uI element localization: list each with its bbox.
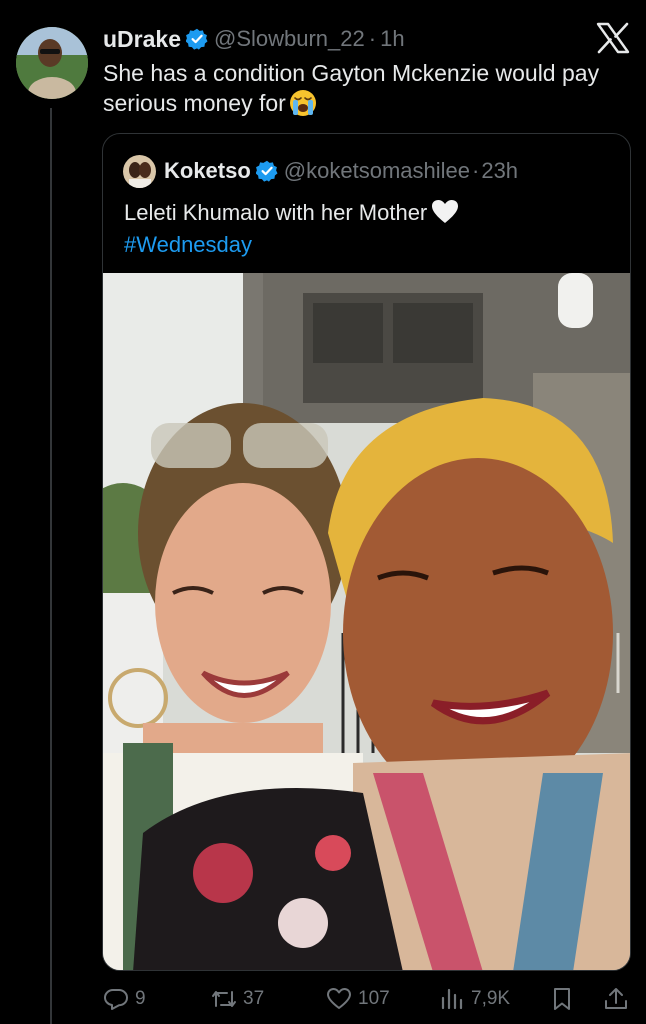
loudly-crying-face-icon <box>289 89 317 117</box>
reply-count: 9 <box>135 988 146 1009</box>
white-heart-icon <box>431 199 459 225</box>
bookmark-button[interactable] <box>549 983 581 1015</box>
share-icon <box>605 988 627 1009</box>
tweet-header: uDrake @Slowburn_22 · 1h <box>103 24 405 54</box>
tweet-text: She has a condition Gayton Mckenzie woul… <box>103 58 623 118</box>
retweet-count: 37 <box>243 988 265 1009</box>
quoted-tweet-time[interactable]: 23h <box>481 158 518 184</box>
quoted-tweet-header: Koketso @koketsomashilee · 23h <box>123 154 518 188</box>
retweet-icon <box>212 991 236 1007</box>
like-count: 107 <box>358 988 390 1009</box>
author-avatar[interactable] <box>16 27 88 99</box>
quoted-tweet-card[interactable]: Koketso @koketsomashilee · 23h Leleti Kh… <box>102 133 631 971</box>
share-button[interactable] <box>603 983 635 1015</box>
heart-icon <box>327 988 351 1009</box>
quoted-separator-dot: · <box>472 158 480 183</box>
tweet-photo[interactable] <box>103 273 630 970</box>
quoted-author-avatar[interactable] <box>123 154 156 188</box>
hashtag-link[interactable]: #Wednesday <box>124 232 252 257</box>
quoted-tweet-text-body: Leleti Khumalo with her Mother <box>124 200 428 225</box>
quoted-verified-badge-icon <box>255 160 278 182</box>
views-button[interactable]: 7,9K <box>439 983 510 1015</box>
quoted-author-handle[interactable]: @koketsomashilee <box>284 158 470 184</box>
like-button[interactable]: 107 <box>326 983 390 1015</box>
separator-dot: · <box>368 26 377 51</box>
quoted-tweet-text: Leleti Khumalo with her Mother #Wednesda… <box>124 197 614 261</box>
author-name[interactable]: uDrake <box>103 26 181 53</box>
retweet-button[interactable]: 37 <box>211 983 264 1015</box>
reply-icon <box>104 989 128 1010</box>
tweet-time[interactable]: 1h <box>380 26 404 52</box>
tweet-action-bar: 9 37 107 7,9K <box>103 983 631 1015</box>
views-count: 7,9K <box>471 988 511 1009</box>
bookmark-icon <box>554 988 570 1010</box>
verified-badge-icon <box>185 28 208 50</box>
tweet-text-body: She has a condition Gayton Mckenzie woul… <box>103 60 600 116</box>
x-logo-icon[interactable] <box>596 22 630 54</box>
reply-button[interactable]: 9 <box>103 983 146 1015</box>
quoted-author-name[interactable]: Koketso <box>164 158 251 184</box>
thread-line <box>50 108 52 1024</box>
author-handle[interactable]: @Slowburn_22 <box>214 26 365 52</box>
views-chart-icon <box>441 988 463 1010</box>
